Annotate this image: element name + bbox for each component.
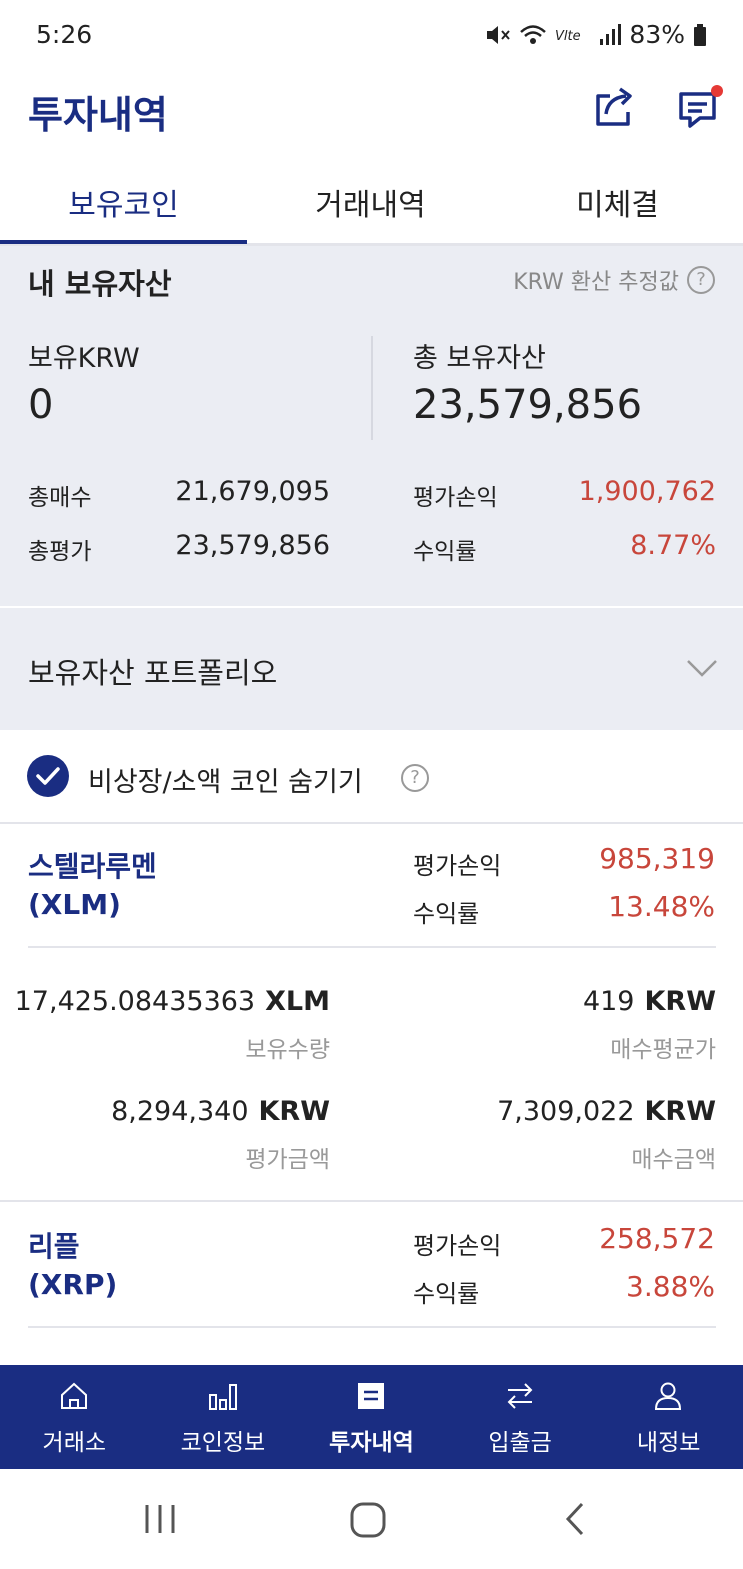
pnl-label: 평가손익 [413, 485, 498, 511]
signal-icon [600, 23, 622, 45]
coin-name[interactable]: 리플 (XRP) [28, 1228, 117, 1304]
coin-symbol: (XRP) [28, 1268, 118, 1301]
page-title: 투자내역 [28, 93, 168, 137]
divider [0, 606, 743, 608]
holding-amount-value: 17,425.08435363 [14, 986, 256, 1017]
tab-holdings[interactable]: 보유코인 [0, 180, 247, 224]
volte-icon: Vlte [555, 29, 581, 44]
mute-icon [487, 25, 511, 44]
transfer-icon [507, 1383, 533, 1409]
divider [28, 946, 716, 948]
coin-roi-value: 13.48% [608, 890, 715, 923]
eval-amount-value: 8,294,340 [111, 1096, 249, 1127]
home-icon [61, 1382, 87, 1409]
nav-coin-info[interactable]: 코인정보 [149, 1365, 298, 1469]
summary-title: 내 보유자산 [28, 267, 172, 301]
home-button-icon[interactable] [349, 1499, 387, 1539]
status-time: 5:26 [36, 20, 93, 49]
total-buy-label: 총매수 [28, 485, 92, 511]
krw-estimate-label: KRW 환산 추정값 [513, 270, 679, 295]
coin-symbol: (XLM) [28, 888, 121, 921]
nav-deposit-withdraw[interactable]: 입출금 [446, 1365, 595, 1469]
tab-history[interactable]: 거래내역 [247, 180, 494, 224]
portfolio-toggle[interactable]: 보유자산 포트폴리오 [28, 650, 277, 692]
avg-buy-price-unit: KRW [644, 986, 717, 1017]
vertical-divider [371, 336, 373, 440]
recent-apps-icon[interactable] [143, 1499, 177, 1539]
buy-amount-value: 7,309,022 [497, 1096, 635, 1127]
krw-balance-label: 보유KRW [28, 343, 140, 374]
nav-label: 입출금 [488, 1430, 552, 1456]
share-icon[interactable] [592, 84, 638, 130]
coin-roi-label: 수익률 [413, 1280, 480, 1308]
checkmark-icon [36, 767, 60, 785]
hide-small-coins-checkbox[interactable] [27, 755, 69, 797]
battery-percent: 83% [629, 20, 685, 49]
holding-amount: 17,425.08435363 XLM [0, 986, 330, 1017]
eval-amount-unit: KRW [258, 1096, 331, 1127]
document-icon [358, 1383, 385, 1409]
nav-investments[interactable]: 투자내역 [297, 1365, 446, 1469]
buy-amount-label: 매수금액 [631, 1147, 716, 1173]
nav-label: 거래소 [42, 1430, 107, 1456]
hide-small-coins-label[interactable]: 비상장/소액 코인 숨기기 [88, 760, 363, 799]
coin-korean-name: 리플 [28, 1230, 80, 1263]
coin-pnl-label: 평가손익 [413, 1232, 502, 1260]
status-icons: Vlte 83% [485, 20, 707, 49]
status-bar: 5:26 Vlte 83% [0, 0, 743, 70]
bottom-nav: 거래소 코인정보 투자내역 입출금 내정보 [0, 1365, 743, 1469]
svg-text:Vlte: Vlte [555, 29, 581, 44]
avg-buy-price: 419 KRW [400, 986, 716, 1017]
coin-name[interactable]: 스텔라루멘 (XLM) [28, 848, 157, 924]
system-nav-bar [0, 1469, 743, 1569]
krw-balance-value: 0 [28, 382, 54, 428]
wifi-icon [520, 24, 547, 44]
chat-icon[interactable] [676, 84, 724, 132]
bar-chart-icon [208, 1384, 237, 1410]
coin-pnl-value: 985,319 [599, 842, 715, 875]
coin-roi-label: 수익률 [413, 900, 480, 928]
buy-amount-unit: KRW [644, 1096, 717, 1127]
divider [28, 1326, 716, 1328]
battery-icon [694, 23, 706, 46]
asset-summary: 내 보유자산 KRW 환산 추정값 ? 보유KRW 0 총 보유자산 23,57… [0, 246, 743, 730]
coin-pnl-value: 258,572 [599, 1222, 715, 1255]
coin-pnl-label: 평가손익 [413, 852, 502, 880]
app-header: 투자내역 [0, 70, 743, 150]
buy-amount: 7,309,022 KRW [400, 1096, 716, 1127]
total-buy-value: 21,679,095 [175, 476, 330, 507]
eval-amount: 8,294,340 KRW [0, 1096, 330, 1127]
holding-unit: XLM [265, 986, 330, 1017]
active-tab-indicator [0, 240, 247, 244]
help-icon[interactable]: ? [687, 266, 715, 294]
total-eval-label: 총평가 [28, 539, 92, 565]
notification-dot [711, 85, 723, 97]
nav-my-info[interactable]: 내정보 [594, 1365, 743, 1469]
avg-buy-price-value: 419 [582, 986, 635, 1017]
user-icon [655, 1382, 682, 1410]
roi-value: 8.77% [630, 530, 716, 561]
back-icon[interactable] [560, 1499, 590, 1539]
krw-estimate-info[interactable]: KRW 환산 추정값 ? [513, 264, 715, 296]
holding-amount-label: 보유수량 [245, 1037, 330, 1063]
nav-label: 코인정보 [180, 1430, 266, 1456]
total-assets-label: 총 보유자산 [413, 343, 546, 374]
nav-label: 투자내역 [329, 1430, 414, 1456]
hide-small-coins-row: 비상장/소액 코인 숨기기 ? [0, 730, 743, 824]
avg-buy-price-label: 매수평균가 [610, 1037, 716, 1063]
chevron-down-icon[interactable] [686, 652, 718, 684]
eval-amount-label: 평가금액 [245, 1147, 330, 1173]
pnl-value: 1,900,762 [578, 476, 716, 507]
total-assets-value: 23,579,856 [413, 382, 643, 428]
coin-roi-value: 3.88% [626, 1270, 715, 1303]
roi-label: 수익률 [413, 539, 477, 565]
tab-pending[interactable]: 미체결 [494, 180, 741, 224]
divider [0, 1200, 743, 1202]
nav-exchange[interactable]: 거래소 [0, 1365, 149, 1469]
tab-bar: 보유코인 거래내역 미체결 [0, 160, 743, 246]
total-eval-value: 23,579,856 [175, 530, 330, 561]
coin-korean-name: 스텔라루멘 [28, 850, 157, 883]
help-icon[interactable]: ? [401, 764, 429, 792]
nav-label: 내정보 [636, 1430, 701, 1456]
